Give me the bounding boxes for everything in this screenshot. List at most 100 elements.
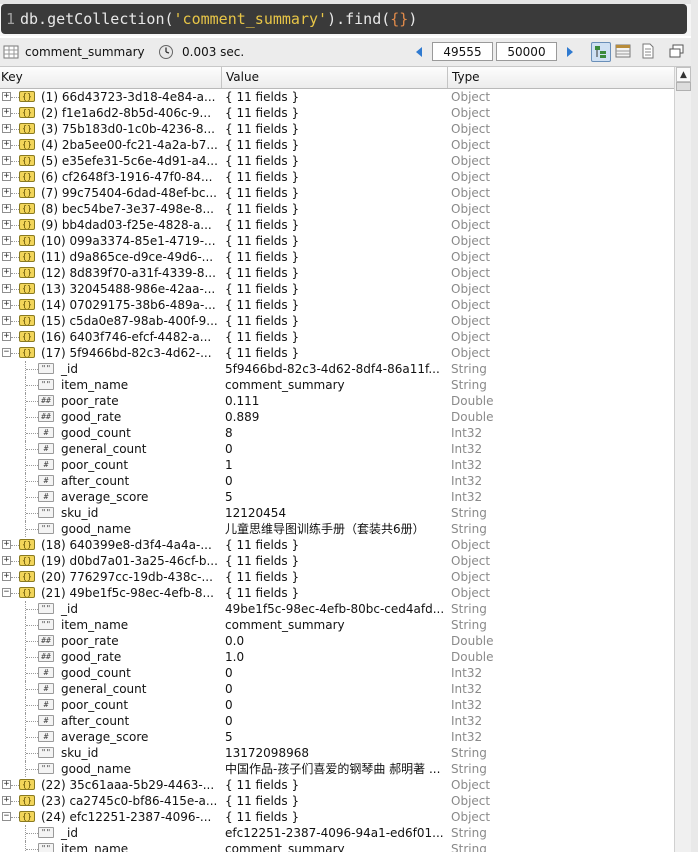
expand-toggle-icon[interactable]: +	[2, 796, 11, 805]
query-code-box[interactable]: 1 db.getCollection('comment_summary').fi…	[1, 4, 687, 34]
document-row[interactable]: + {} (7) 99c75404-6dad-48ef-bc... { 11 fiel…	[0, 185, 674, 201]
expand-toggle-icon[interactable]: +	[2, 284, 11, 293]
scroll-up-arrow-icon[interactable]: ▲	[676, 67, 691, 82]
field-row[interactable]: ## good_rate 0.889 Double	[0, 409, 674, 425]
expand-toggle-icon[interactable]: +	[2, 332, 11, 341]
field-row[interactable]: "" _id 5f9466bd-82c3-4d62-8df4-86a11f... St…	[0, 361, 674, 377]
field-row[interactable]: "" sku_id 13172098968 String	[0, 745, 674, 761]
expand-toggle-icon[interactable]: +	[2, 316, 11, 325]
document-row[interactable]: + {} (14) 07029175-38b6-489a-... { 11 field…	[0, 297, 674, 313]
document-row[interactable]: + {} (22) 35c61aaa-5b29-4463-... { 11 field…	[0, 777, 674, 793]
field-row[interactable]: # good_count 0 Int32	[0, 665, 674, 681]
document-row[interactable]: + {} (4) 2ba5ee00-fc21-4a2a-b7... { 11 fiel…	[0, 137, 674, 153]
field-row[interactable]: # poor_count 0 Int32	[0, 697, 674, 713]
text-view-button[interactable]	[639, 42, 659, 62]
field-row[interactable]: # poor_count 1 Int32	[0, 457, 674, 473]
type-cell: Object	[451, 250, 491, 264]
scroll-thumb[interactable]	[676, 82, 691, 91]
field-row[interactable]: # general_count 0 Int32	[0, 441, 674, 457]
document-row[interactable]: + {} (11) d9a865ce-d9ce-49d6-... { 11 field…	[0, 249, 674, 265]
expand-toggle-icon[interactable]: +	[2, 572, 11, 581]
expand-toggle-icon[interactable]: +	[2, 108, 11, 117]
document-row[interactable]: + {} (12) 8d839f70-a31f-4339-8... { 11 fiel…	[0, 265, 674, 281]
document-row[interactable]: + {} (10) 099a3374-85e1-4719-... { 11 field…	[0, 233, 674, 249]
document-row[interactable]: + {} (9) bb4dad03-f25e-4828-a... { 11 field…	[0, 217, 674, 233]
document-row[interactable]: + {} (23) ca2745c0-bf86-415e-a... { 11 fiel…	[0, 793, 674, 809]
key-cell: + {} (22) 35c61aaa-5b29-4463-...	[0, 777, 221, 793]
field-row[interactable]: "" good_name 儿童思维导图训练手册（套装共6册） String	[0, 521, 674, 537]
field-row[interactable]: "" _id efc12251-2387-4096-94a1-ed6f01... St…	[0, 825, 674, 841]
field-row[interactable]: # after_count 0 Int32	[0, 713, 674, 729]
query-code[interactable]: db.getCollection('comment_summary').find…	[20, 9, 417, 29]
field-row[interactable]: # good_count 8 Int32	[0, 425, 674, 441]
field-row[interactable]: ## poor_rate 0.111 Double	[0, 393, 674, 409]
expand-toggle-icon[interactable]: +	[2, 92, 11, 101]
prev-page-icon[interactable]	[411, 44, 427, 60]
document-row[interactable]: + {} (15) c5da0e87-98ab-400f-9... { 11 fiel…	[0, 313, 674, 329]
document-row[interactable]: + {} (19) d0bd7a01-3a25-46cf-b... { 11 fiel…	[0, 553, 674, 569]
expand-toggle-icon[interactable]: +	[2, 156, 11, 165]
document-key-label: (3) 75b183d0-1c0b-4236-8...	[41, 122, 215, 136]
document-row[interactable]: + {} (18) 640399e8-d3f4-4a4a-... { 11 field…	[0, 537, 674, 553]
field-row[interactable]: ## good_rate 1.0 Double	[0, 649, 674, 665]
tree-view-button[interactable]	[591, 42, 611, 62]
field-row[interactable]: # average_score 5 Int32	[0, 489, 674, 505]
next-page-icon[interactable]	[562, 44, 578, 60]
column-header-key[interactable]: Key	[0, 67, 221, 88]
expand-toggle-icon[interactable]: +	[2, 268, 11, 277]
field-row[interactable]: "" item_name comment_summary String	[0, 841, 674, 852]
page-end-input[interactable]: 50000	[496, 42, 557, 61]
type-cell: Object	[451, 538, 491, 552]
tree-connector	[11, 241, 19, 242]
field-row[interactable]: "" good_name 中国作品-孩子们喜爱的钢琴曲 郝明著 ... String	[0, 761, 674, 777]
document-row[interactable]: + {} (2) f1e1a6d2-8b5d-406c-9... { 11 field…	[0, 105, 674, 121]
object-icon: {}	[19, 107, 35, 118]
column-header-type[interactable]: Type	[447, 67, 674, 88]
query-editor[interactable]: 1 db.getCollection('comment_summary').fi…	[0, 0, 698, 36]
field-row[interactable]: "" sku_id 12120454 String	[0, 505, 674, 521]
vertical-scrollbar[interactable]: ▲	[674, 67, 692, 852]
field-row[interactable]: # average_score 5 Int32	[0, 729, 674, 745]
tree-connector	[11, 561, 19, 562]
document-row[interactable]: −{} (21) 49be1f5c-98ec-4efb-8... { 11 fiel…	[0, 585, 674, 601]
field-row[interactable]: # general_count 0 Int32	[0, 681, 674, 697]
collapse-toggle-icon[interactable]: −	[2, 588, 11, 597]
document-row[interactable]: + {} (13) 32045488-986e-42aa-... { 11 field…	[0, 281, 674, 297]
maximize-icon	[669, 44, 684, 58]
expand-toggle-icon[interactable]: +	[2, 252, 11, 261]
expand-toggle-icon[interactable]: +	[2, 540, 11, 549]
expand-toggle-icon[interactable]: +	[2, 124, 11, 133]
document-row[interactable]: + {} (1) 66d43723-3d18-4e84-a... { 11 field…	[0, 89, 674, 105]
document-row[interactable]: + {} (8) bec54be7-3e37-498e-8... { 11 field…	[0, 201, 674, 217]
expand-toggle-icon[interactable]: +	[2, 780, 11, 789]
page-start-input[interactable]: 49555	[432, 42, 493, 61]
expand-toggle-icon[interactable]: +	[2, 556, 11, 565]
expand-toggle-icon[interactable]: +	[2, 220, 11, 229]
table-view-button[interactable]	[614, 42, 634, 62]
expand-toggle-icon[interactable]: +	[2, 188, 11, 197]
tree-connector	[11, 257, 19, 258]
document-row[interactable]: + {} (6) cf2648f3-1916-47f0-84... { 11 fiel…	[0, 169, 674, 185]
collapse-toggle-icon[interactable]: −	[2, 812, 11, 821]
field-row[interactable]: "" item_name comment_summary String	[0, 617, 674, 633]
collapse-toggle-icon[interactable]: −	[2, 348, 11, 357]
expand-toggle-icon[interactable]: +	[2, 236, 11, 245]
field-row[interactable]: # after_count 0 Int32	[0, 473, 674, 489]
field-row[interactable]: "" _id 49be1f5c-98ec-4efb-80bc-ced4afd... S…	[0, 601, 674, 617]
expand-toggle-icon[interactable]: +	[2, 300, 11, 309]
string-type-icon: ""	[38, 619, 54, 630]
document-row[interactable]: −{} (17) 5f9466bd-82c3-4d62-... { 11 field…	[0, 345, 674, 361]
expand-toggle-icon[interactable]: +	[2, 204, 11, 213]
field-row[interactable]: ## poor_rate 0.0 Double	[0, 633, 674, 649]
expand-toggle-icon[interactable]: +	[2, 172, 11, 181]
document-row[interactable]: + {} (5) e35efe31-5c6e-4d91-a4... { 11 fiel…	[0, 153, 674, 169]
column-header-value[interactable]: Value	[221, 67, 447, 88]
expand-toggle-icon[interactable]: +	[2, 140, 11, 149]
object-icon: {}	[19, 571, 35, 582]
document-row[interactable]: + {} (20) 776297cc-19db-438c-... { 11 field…	[0, 569, 674, 585]
document-row[interactable]: + {} (3) 75b183d0-1c0b-4236-8... { 11 field…	[0, 121, 674, 137]
document-row[interactable]: −{} (24) efc12251-2387-4096-... { 11 field…	[0, 809, 674, 825]
maximize-button[interactable]	[668, 42, 688, 62]
field-row[interactable]: "" item_name comment_summary String	[0, 377, 674, 393]
document-row[interactable]: + {} (16) 6403f746-efcf-4482-a... { 11 fiel…	[0, 329, 674, 345]
